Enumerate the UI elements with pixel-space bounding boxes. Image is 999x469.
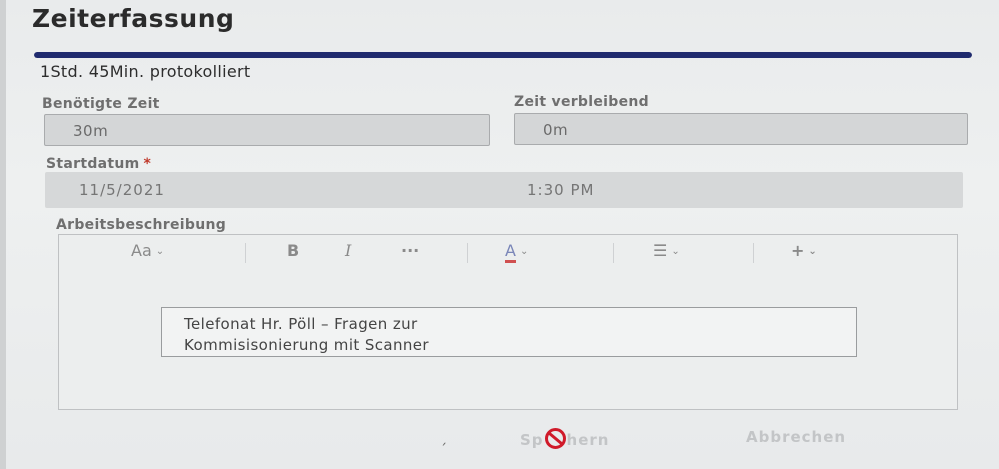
font-color-dropdown[interactable]: A ⌄ — [505, 241, 529, 263]
plus-icon: + — [791, 241, 805, 260]
start-date-label-text: Startdatum — [46, 156, 140, 172]
required-time-label: Benötigte Zeit — [42, 96, 160, 112]
toolbar-divider — [467, 243, 468, 263]
work-description-label: Arbeitsbeschreibung — [56, 217, 227, 233]
italic-button[interactable]: I — [345, 241, 351, 260]
start-date-input[interactable]: 11/5/2021 — [79, 181, 165, 199]
start-datetime-row: 11/5/2021 1:30 PM — [45, 172, 963, 208]
chevron-down-icon: ⌄ — [519, 246, 529, 257]
chevron-down-icon: ⌄ — [155, 246, 165, 257]
description-text[interactable]: Telefonat Hr. Pöll – Fragen zur Kommisis… — [161, 307, 857, 357]
chevron-down-icon: ⌄ — [808, 246, 817, 257]
remaining-time-input[interactable]: 0m — [514, 113, 968, 145]
remaining-time-label: Zeit verbleibend — [514, 94, 649, 110]
toolbar-divider — [245, 243, 246, 263]
list-icon: ☰ — [653, 241, 668, 260]
save-label-start: Sp — [520, 431, 544, 449]
font-color-icon: A — [505, 241, 516, 263]
toolbar-divider — [613, 243, 614, 263]
work-description-editor[interactable]: Aa ⌄ B I ··· A ⌄ ☰ ⌄ + ⌄ Telefonat Hr. Pöll … — [58, 234, 958, 410]
list-dropdown[interactable]: ☰ ⌄ — [653, 241, 680, 260]
cursor-mark: ˏ — [440, 430, 447, 446]
save-button[interactable]: Sp hern — [520, 428, 609, 449]
dialog-title: Zeiterfassung — [32, 4, 235, 33]
time-entry-dialog: Zeiterfassung 1Std. 45Min. protokolliert… — [0, 0, 999, 469]
start-date-label: Startdatum * — [46, 156, 151, 172]
chevron-down-icon: ⌄ — [671, 246, 680, 257]
description-line-1: Telefonat Hr. Pöll – Fragen zur — [184, 315, 418, 333]
required-time-input[interactable]: 30m — [44, 114, 490, 146]
not-allowed-icon — [544, 428, 566, 449]
editor-toolbar: Aa ⌄ B I ··· A ⌄ ☰ ⌄ + ⌄ — [59, 235, 957, 269]
left-edge — [0, 0, 6, 469]
font-size-dropdown[interactable]: Aa ⌄ — [131, 241, 164, 260]
bold-button[interactable]: B — [287, 241, 299, 260]
logged-time-text: 1Std. 45Min. protokolliert — [40, 62, 251, 81]
time-progress-bar — [34, 52, 972, 58]
save-label-end: hern — [566, 431, 610, 449]
time-progress-fill — [34, 52, 972, 58]
insert-dropdown[interactable]: + ⌄ — [791, 241, 817, 260]
start-time-input[interactable]: 1:30 PM — [527, 181, 594, 199]
cancel-button[interactable]: Abbrechen — [746, 428, 846, 446]
required-marker: * — [143, 156, 152, 172]
font-size-icon: Aa — [131, 241, 152, 260]
toolbar-divider — [753, 243, 754, 263]
more-options-button[interactable]: ··· — [401, 241, 419, 260]
description-line-2: Kommisisonierung mit Scanner — [184, 336, 430, 354]
